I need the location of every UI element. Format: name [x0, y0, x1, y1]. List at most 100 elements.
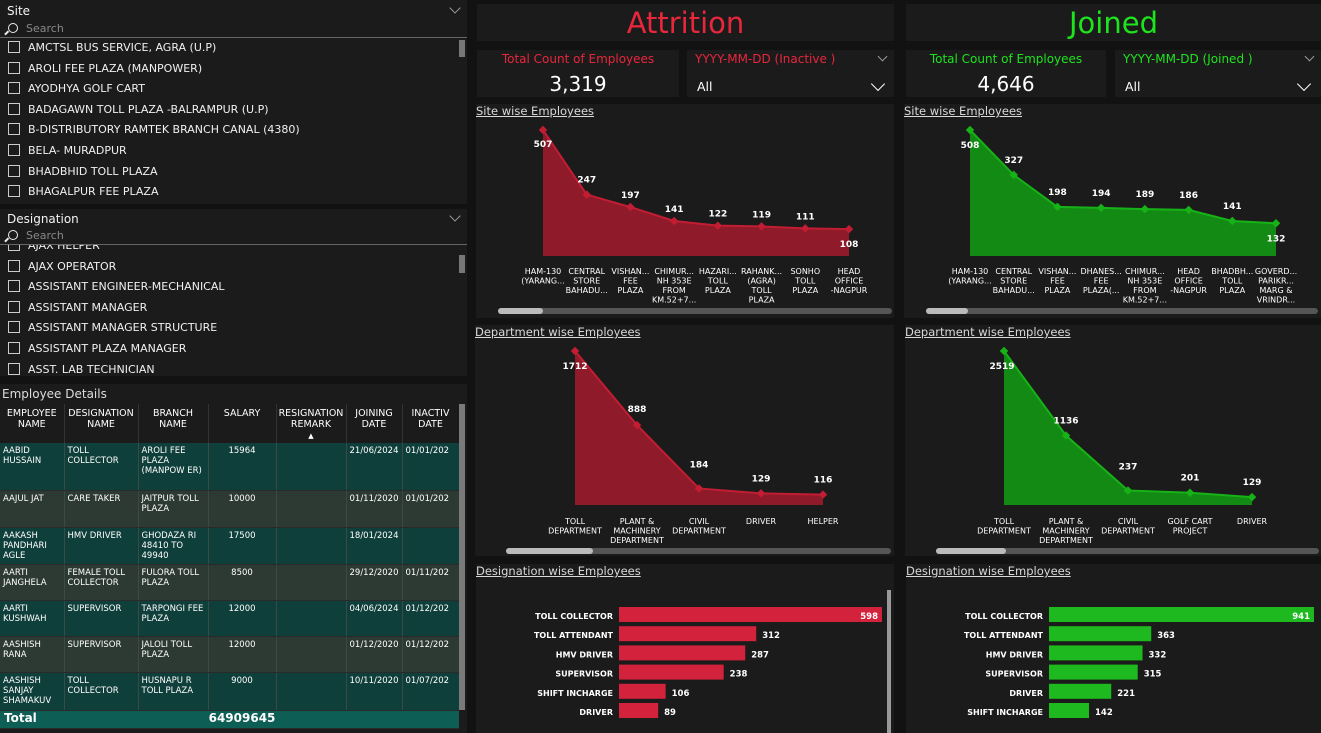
table-row[interactable]: AASHISH RANA SUPERVISOR JALOLI TOLL PLAZA 1… [0, 636, 459, 673]
category-label: BAHADU... [993, 286, 1035, 295]
checkbox[interactable] [8, 280, 20, 293]
dropdown-arrow-icon[interactable] [1296, 76, 1312, 92]
slicer-item[interactable]: AJAX OPERATOR [8, 259, 116, 280]
table-row[interactable]: AABID HUSSAIN TOLL COLLECTOR AROLI FEE PLA… [0, 443, 459, 491]
bar[interactable] [1049, 683, 1112, 699]
bar[interactable] [619, 683, 666, 699]
table-cell: 01/12/2020 [346, 636, 403, 673]
category-label: SUPERVISOR [985, 670, 1043, 679]
checkbox[interactable] [8, 123, 20, 136]
table-row[interactable]: AARTI JANGHELA FEMALE TOLL COLLECTOR FULOR… [0, 564, 459, 601]
table-cell: 01/11/2020 [346, 490, 403, 528]
bar[interactable] [1049, 645, 1143, 661]
bar[interactable] [1049, 626, 1152, 642]
bar[interactable] [619, 645, 746, 661]
attrition-dept-hscroll[interactable] [506, 548, 891, 554]
chevron-down-icon[interactable] [449, 210, 461, 222]
joined-site-hscroll-thumb[interactable] [926, 308, 968, 314]
attrition-dept-hscroll-thumb[interactable] [506, 548, 593, 554]
checkbox[interactable] [8, 41, 20, 53]
joined-site-hscroll[interactable] [926, 308, 1318, 314]
column-header[interactable]: RESIGNATION REMARK ▲ [276, 404, 347, 443]
category-label: TOLL [707, 277, 729, 286]
employee-table-title: Employee Details [2, 387, 107, 401]
inactive-date-filter-value[interactable]: All [697, 79, 713, 94]
column-header[interactable]: JOINING DATE [346, 404, 403, 443]
column-header[interactable]: EMPLOYEE NAME [0, 404, 65, 443]
attrition-site-hscroll-thumb[interactable] [498, 308, 543, 314]
bar[interactable] [1049, 703, 1089, 718]
site-slicer-scrollbar[interactable] [459, 40, 465, 57]
joined-dept-hscroll-thumb[interactable] [936, 548, 1006, 554]
column-header[interactable]: SALARY [208, 404, 277, 443]
chevron-down-icon[interactable] [877, 51, 888, 62]
table-row[interactable]: AASHISH SANJAY SHAMAKUV TOLL COLLECTOR HUS… [0, 672, 459, 711]
table-scrollbar[interactable] [459, 404, 465, 710]
slicer-item-label: BHAGALPUR FEE PLAZA [28, 185, 159, 199]
column-header[interactable]: INACTIV DATE [402, 404, 459, 443]
bar[interactable] [619, 607, 882, 622]
bar[interactable] [1049, 664, 1138, 680]
slicer-item-label: ASSISTANT MANAGER STRUCTURE [28, 321, 218, 335]
slicer-item[interactable]: AMCTSL BUS SERVICE, AGRA (U.P) [8, 41, 216, 61]
slicer-item-label: AYODHYA GOLF CART [28, 82, 145, 96]
checkbox[interactable] [8, 144, 20, 156]
bar[interactable] [619, 626, 757, 642]
designation-slicer-scrollbar[interactable] [459, 255, 465, 273]
slicer-item[interactable]: ASSISTANT PLAZA MANAGER [8, 342, 186, 362]
site-search-input[interactable]: Search [0, 21, 467, 38]
table-row[interactable]: AAJUL JAT CARE TAKER JAITPUR TOLL PLAZA 100… [0, 490, 459, 528]
inactive-date-filter[interactable]: YYYY-MM-DD (Inactive ) All [687, 50, 894, 97]
slicer-item[interactable]: BELA- MURADPUR [8, 144, 127, 164]
chevron-down-icon[interactable] [449, 2, 461, 14]
slicer-item[interactable]: B-DISTRIBUTORY RAMTEK BRANCH CANAL (4380… [8, 123, 300, 143]
joined-date-filter[interactable]: YYYY-MM-DD (Joined ) All [1115, 50, 1321, 97]
slicer-item[interactable]: ASSISTANT ENGINEER-MECHANICAL [8, 280, 225, 300]
joined-date-filter-value[interactable]: All [1125, 79, 1141, 94]
checkbox[interactable] [8, 321, 20, 334]
slicer-item[interactable]: AYODHYA GOLF CART [8, 82, 145, 102]
table-cell: TOLL COLLECTOR [64, 443, 139, 491]
slicer-item[interactable]: AROLI FEE PLAZA (MANPOWER) [8, 61, 202, 82]
column-header[interactable]: DESIGNATION NAME [64, 404, 139, 443]
table-cell: JAITPUR TOLL PLAZA [138, 490, 209, 528]
table-row[interactable]: AAKASH PANDHARI AGLE HMV DRIVER GHODAZA RI… [0, 527, 459, 565]
designation-search-input[interactable]: Search [0, 228, 467, 245]
checkbox[interactable] [8, 300, 20, 313]
checkbox[interactable] [8, 362, 20, 375]
joined-site-chart: Site wise Employees 508 HAM-130 (YARANG...… [904, 104, 1321, 318]
slicer-item[interactable]: BADAGAWN TOLL PLAZA -BALRAMPUR (U.P) [8, 102, 269, 123]
column-header[interactable]: BRANCH NAME [138, 404, 209, 443]
table-cell: 04/06/2024 [346, 600, 403, 637]
sort-ascending-icon[interactable]: ▲ [308, 432, 313, 440]
category-label: TOLL ATTENDANT [964, 631, 1044, 640]
table-row[interactable]: AARTI KUSHWAH SUPERVISOR TARPONGI FEE PLAZ… [0, 600, 459, 637]
data-label: 312 [762, 631, 780, 641]
area-fill [575, 351, 823, 505]
slicer-item[interactable]: ASST. LAB TECHNICIAN [8, 362, 155, 376]
category-label: OFFICE [835, 277, 864, 286]
checkbox[interactable] [8, 259, 20, 272]
slicer-item[interactable]: ASSISTANT MANAGER [8, 300, 147, 321]
category-label: VISHAN... [1038, 267, 1076, 276]
attrition-designation-scrollbar[interactable] [887, 590, 891, 733]
slicer-item[interactable]: ASSISTANT MANAGER STRUCTURE [8, 321, 217, 341]
joined-dept-hscroll[interactable] [936, 548, 1319, 554]
checkbox[interactable] [8, 185, 20, 198]
checkbox[interactable] [8, 82, 20, 95]
data-label: 197 [621, 191, 640, 201]
bar[interactable] [619, 664, 724, 680]
table-cell: AASHISH RANA [0, 636, 65, 673]
slicer-item[interactable]: BHAGALPUR FEE PLAZA [8, 185, 158, 205]
dropdown-arrow-icon[interactable] [870, 76, 886, 92]
slicer-item[interactable]: BHADBHID TOLL PLAZA [8, 164, 158, 185]
checkbox[interactable] [8, 61, 20, 74]
checkbox[interactable] [8, 342, 20, 354]
checkbox[interactable] [8, 164, 20, 177]
attrition-site-hscroll[interactable] [498, 308, 892, 314]
chevron-down-icon[interactable] [1304, 51, 1315, 62]
bar[interactable] [1049, 607, 1314, 622]
checkbox[interactable] [8, 102, 20, 115]
data-label: 119 [752, 210, 771, 220]
bar[interactable] [619, 703, 659, 718]
